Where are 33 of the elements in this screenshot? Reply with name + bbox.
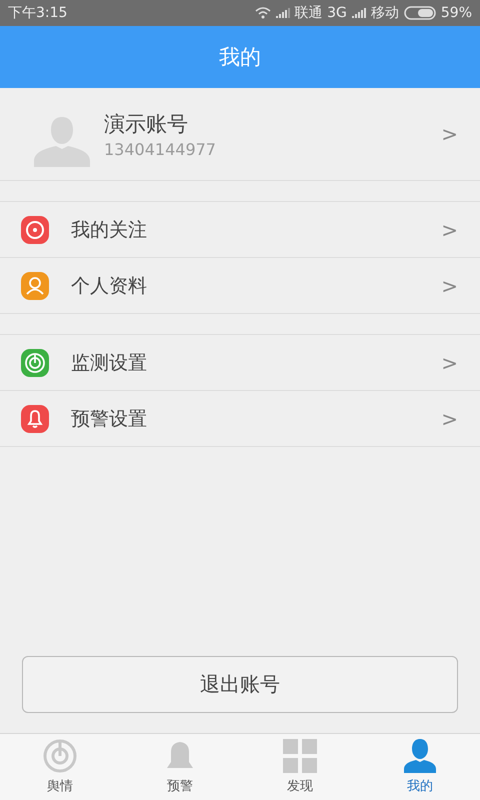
phone-number: 13404144977 — [104, 140, 217, 158]
tab[interactable]: 发现 — [240, 734, 360, 800]
carrier-name: 联通 3G — [294, 4, 347, 22]
carrier-name: 移动 — [370, 4, 399, 22]
logout-button[interactable]: 退出账号 — [22, 656, 458, 713]
chevron: > — [441, 274, 458, 298]
menu-item[interactable]: 预警设置 > — [0, 391, 480, 447]
menu-label: 个人资料 — [71, 274, 148, 298]
signal-icon — [276, 8, 290, 18]
menu-label: 我的关注 — [71, 218, 148, 242]
menu-label: 预警设置 — [71, 406, 148, 432]
tab[interactable]: 预警 — [120, 734, 240, 800]
grid-icon — [282, 739, 318, 773]
battery-percent: 59% — [440, 5, 472, 21]
signal-icon — [352, 8, 366, 18]
menu-item[interactable]: 监测设置 > — [0, 335, 480, 391]
chevron: > — [441, 122, 458, 146]
tab[interactable]: 舆情 — [0, 734, 120, 800]
status-time: 下午3:15 — [8, 4, 68, 22]
page-title: 我的 — [219, 44, 261, 71]
person-icon — [402, 739, 438, 773]
chevron: > — [441, 406, 458, 430]
menu-item[interactable]: 个人资料 > — [0, 258, 480, 314]
tab[interactable]: 我的 — [360, 734, 480, 800]
chevron: > — [441, 350, 458, 374]
battery-icon — [404, 6, 436, 20]
power-icon — [42, 739, 78, 773]
wifi-icon — [254, 7, 271, 19]
chevron: > — [441, 218, 458, 242]
menu-label: 监测设置 — [71, 350, 148, 376]
account-name: 演示账号 — [104, 110, 189, 138]
profile-row[interactable]: 演示账号 13404144977 > — [0, 88, 480, 181]
menu-item[interactable]: 我的关注 > — [0, 202, 480, 258]
